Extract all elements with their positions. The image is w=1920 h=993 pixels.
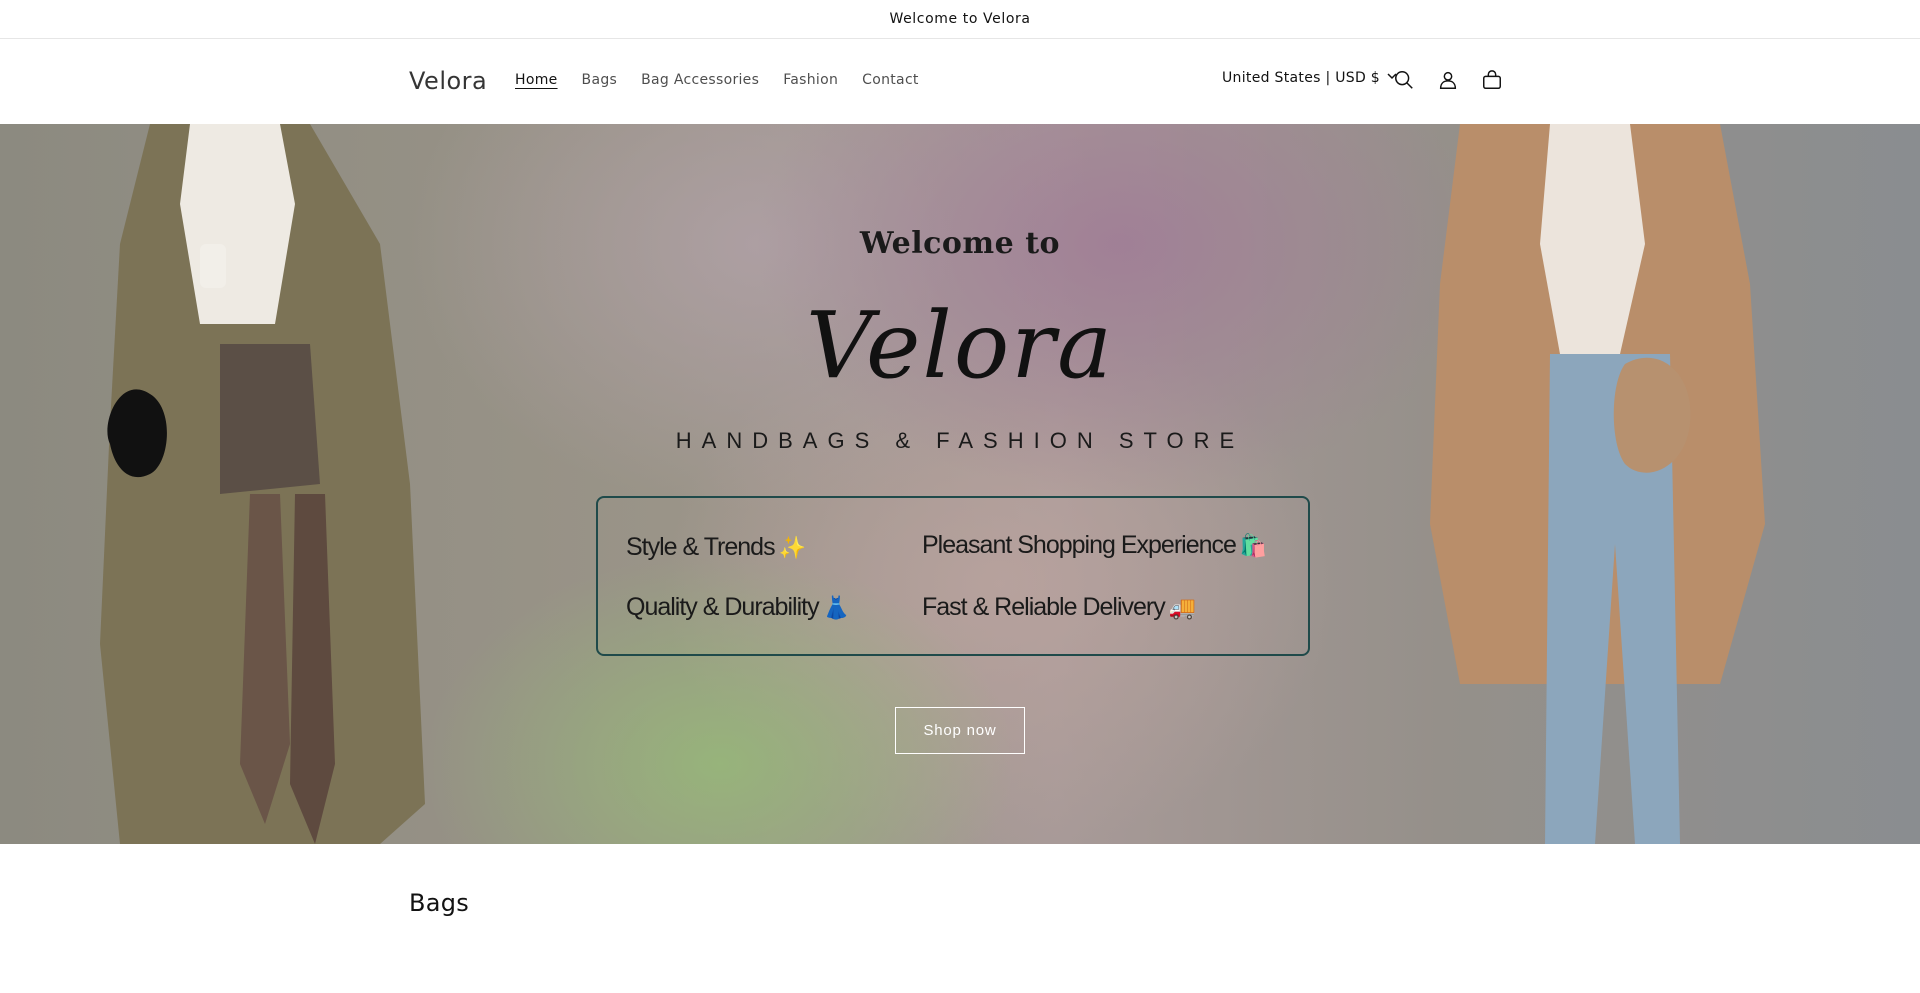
feature-style-trends: Style & Trends ✨: [626, 533, 806, 561]
feature-shopping-experience: Pleasant Shopping Experience 🛍️: [922, 531, 1267, 559]
sparkles-icon: ✨: [778, 535, 806, 560]
nav-item-bag-accessories[interactable]: Bag Accessories: [641, 72, 759, 88]
nav-item-home[interactable]: Home: [515, 72, 558, 88]
cart-icon[interactable]: [1479, 67, 1505, 93]
feature-quality-durability: Quality & Durability 👗: [626, 593, 850, 621]
shopping-bags-icon: 🛍️: [1239, 533, 1267, 558]
announcement-bar: Welcome to Velora: [0, 0, 1920, 39]
search-icon[interactable]: [1391, 67, 1417, 93]
bags-section-title: Bags: [409, 889, 470, 917]
store-logo[interactable]: Velora: [409, 67, 487, 95]
nav-item-contact[interactable]: Contact: [862, 72, 919, 88]
site-header: Velora Home Bags Bag Accessories Fashion…: [0, 39, 1920, 124]
shop-now-button[interactable]: Shop now: [895, 707, 1025, 754]
nav-item-bags[interactable]: Bags: [582, 72, 618, 88]
hero-welcome-heading: Welcome to: [859, 226, 1061, 261]
nav-item-fashion[interactable]: Fashion: [783, 72, 838, 88]
locale-label: United States | USD $: [1222, 70, 1380, 86]
hero-brand-script: Velora: [805, 292, 1115, 399]
hero-banner: Welcome to Velora HANDBAGS & FASHION STO…: [0, 124, 1920, 844]
dress-icon: 👗: [822, 595, 850, 620]
feature-fast-delivery: Fast & Reliable Delivery 🚚: [922, 593, 1196, 621]
account-icon[interactable]: [1435, 67, 1461, 93]
hero-tagline: HANDBAGS & FASHION STORE: [675, 428, 1245, 453]
delivery-truck-icon: 🚚: [1168, 595, 1196, 620]
main-nav: Home Bags Bag Accessories Fashion Contac…: [515, 72, 943, 88]
country-currency-selector[interactable]: United States | USD $: [1222, 70, 1398, 86]
features-box: Style & Trends ✨ Pleasant Shopping Experi…: [596, 496, 1310, 656]
announcement-text: Welcome to Velora: [889, 11, 1031, 27]
